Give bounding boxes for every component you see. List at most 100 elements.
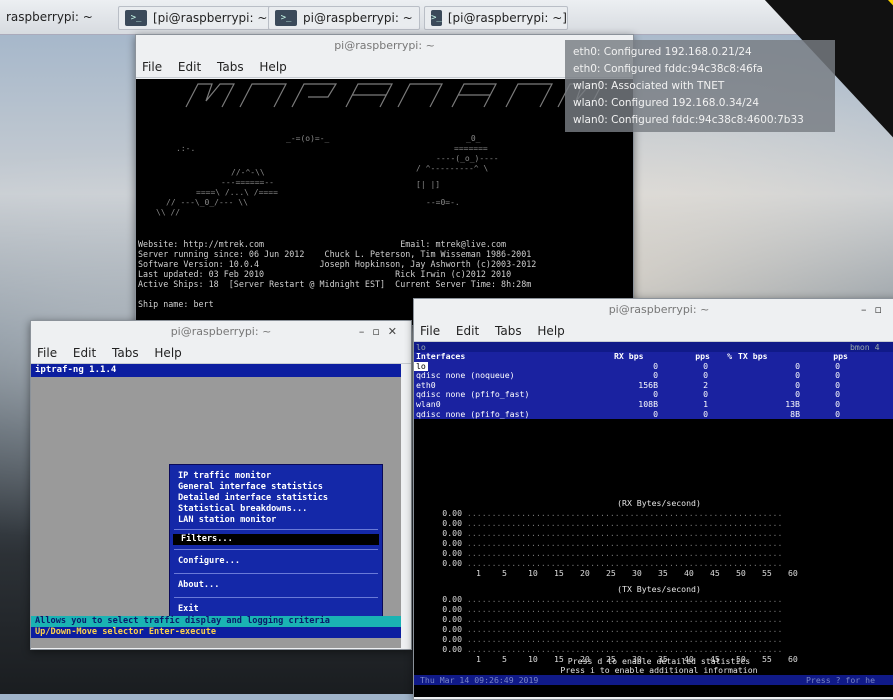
graph-row: ........................................… — [462, 614, 783, 624]
interface-cell: 0 — [703, 408, 708, 419]
x-axis-tick: 10 — [528, 568, 538, 578]
terminal-output[interactable]: _-=(o)=-_ .:-. _0_ ======= ----(_o_)----… — [136, 79, 633, 325]
menu-file[interactable]: File — [420, 324, 440, 338]
terminal-window-bmon[interactable]: pi@raspberrypi: ~ –▫ File Edit Tabs Help… — [413, 298, 893, 700]
graph-row: ........................................… — [462, 634, 783, 644]
x-axis-tick: 25 — [606, 568, 616, 578]
interface-cell: 0 — [703, 360, 708, 371]
taskbar-item-3[interactable]: >_ pi@raspberrypi: ~ — [268, 6, 420, 30]
x-axis-tick: 20 — [580, 568, 590, 578]
menu-separator — [174, 573, 378, 574]
terminal-window-mtrek[interactable]: pi@raspberrypi: ~ File Edit Tabs Help _-… — [135, 34, 634, 326]
interface-cell — [708, 371, 730, 381]
notification-line: eth0: Configured fddc:94c38c8:46fa — [573, 63, 763, 75]
interface-cell: 2 — [703, 379, 708, 390]
x-axis-tick: 55 — [762, 568, 772, 578]
menu-item-detailed-stats[interactable]: Detailed interface statistics — [170, 493, 382, 504]
interface-cell: 0 — [703, 370, 708, 381]
window-title-bar: pi@raspberrypi: ~ –▫✕ — [31, 321, 411, 343]
menu-tabs[interactable]: Tabs — [495, 324, 522, 338]
interfaces-table: Interfaces RX bps pps % TX bps pps lo 0 0 0… — [414, 351, 893, 420]
x-axis-tick: 40 — [684, 568, 694, 578]
menu-item-exit[interactable]: Exit — [170, 604, 382, 615]
taskbar-item-1[interactable]: raspberrypi: ~ — [0, 6, 99, 28]
x-axis-tick: 35 — [658, 568, 668, 578]
menu-tabs[interactable]: Tabs — [217, 60, 244, 74]
interface-cell: qdisc none (pfifo_fast) — [416, 389, 530, 400]
taskbar-item-label: pi@raspberrypi: ~ — [303, 11, 413, 25]
tx-graph: 0.00 ...................................… — [414, 594, 893, 664]
bmon-footer: Thu Mar 14 09:26:49 2019 Press ? for he — [414, 675, 893, 685]
menu-item-general-stats[interactable]: General interface statistics — [170, 482, 382, 493]
interface-cell: qdisc none (noqueue) — [416, 370, 515, 381]
interface-cell: 0 — [835, 408, 840, 419]
close-icon[interactable]: ✕ — [388, 325, 405, 338]
footer-help: Press ? for he — [806, 675, 876, 685]
y-axis-label: 0.00 — [442, 604, 462, 614]
y-axis-label: 0.00 — [442, 594, 462, 604]
interface-row[interactable]: qdisc none (pfifo_fast) 0 0 8B 0 — [414, 408, 893, 420]
menu-edit[interactable]: Edit — [73, 346, 96, 360]
menubar: File Edit Tabs Help — [414, 321, 893, 342]
notification-line: eth0: Configured 192.168.0.21/24 — [573, 46, 752, 58]
window-controls[interactable]: –▫ — [861, 299, 890, 321]
menu-item-ip-traffic[interactable]: IP traffic monitor — [170, 471, 382, 482]
interface-cell: 0 — [835, 360, 840, 371]
menu-tabs[interactable]: Tabs — [112, 346, 139, 360]
taskbar-item-label: [pi@raspberrypi: ~] — [447, 11, 567, 25]
window-controls[interactable]: –▫✕ — [359, 321, 405, 343]
footer-clock: Thu Mar 14 09:26:49 2019 — [420, 675, 539, 685]
mtrek-prompt: Ship name: bert — [138, 299, 214, 309]
menu-item-about[interactable]: About... — [170, 580, 382, 591]
interface-cell: 0 — [835, 379, 840, 390]
menu-item-lan-monitor[interactable]: LAN station monitor — [170, 515, 382, 526]
bmon-screen[interactable]: lo bmon 4 Interfaces RX bps pps % TX bps… — [414, 342, 893, 697]
interface-cell — [708, 381, 730, 391]
menu-help[interactable]: Help — [154, 346, 181, 360]
y-axis-label: 0.00 — [442, 644, 462, 654]
interface-cell: 108B — [638, 398, 658, 409]
svg-text:\\ //: \\ // — [156, 208, 180, 217]
graph-row: ........................................… — [462, 508, 783, 518]
menu-item-configure[interactable]: Configure... — [170, 556, 382, 567]
menu-separator — [174, 529, 378, 530]
svg-text://-^-\\: //-^-\\ — [231, 168, 265, 177]
y-axis-label: 0.00 — [442, 558, 462, 568]
window-title: pi@raspberrypi: ~ — [608, 303, 710, 316]
graph-row: ........................................… — [462, 538, 783, 548]
interface-cell: 0 — [653, 408, 658, 419]
svg-text:_0_: _0_ — [466, 134, 481, 143]
terminal-icon: >_ — [275, 10, 297, 26]
iptraf-screen[interactable]: iptraf-ng 1.1.4 IP traffic monitor Gener… — [31, 364, 401, 648]
menu-item-filters[interactable]: Filters... — [173, 534, 379, 545]
minimize-icon[interactable]: – — [861, 303, 875, 316]
window-title: pi@raspberrypi: ~ — [170, 325, 272, 338]
svg-text:// ---\_0_/--- \\: // ---\_0_/--- \\ — [166, 198, 248, 207]
menu-edit[interactable]: Edit — [178, 60, 201, 74]
svg-text:/ ^---------^ \: / ^---------^ \ — [416, 164, 488, 173]
menubar: File Edit Tabs Help — [136, 57, 633, 78]
interface-cell — [708, 410, 730, 420]
menu-edit[interactable]: Edit — [456, 324, 479, 338]
x-axis-tick: 50 — [736, 568, 746, 578]
status-line-2: Up/Down-Move selector Enter-execute — [31, 627, 401, 638]
menu-file[interactable]: File — [37, 346, 57, 360]
terminal-window-iptraf[interactable]: pi@raspberrypi: ~ –▫✕ File Edit Tabs Hel… — [30, 320, 412, 650]
y-axis-label: 0.00 — [442, 614, 462, 624]
taskbar-item-2[interactable]: >_ [pi@raspberrypi: ~] — [118, 6, 280, 30]
terminal-icon: >_ — [125, 10, 147, 26]
y-axis-label: 0.00 — [442, 508, 462, 518]
interface-cell: 0 — [703, 389, 708, 400]
maximize-icon[interactable]: ▫ — [875, 303, 890, 316]
minimize-icon[interactable]: – — [359, 325, 373, 338]
menu-help[interactable]: Help — [537, 324, 564, 338]
notification-line: wlan0: Configured fddc:94c38c8:4600:7b33 — [573, 114, 804, 126]
menu-file[interactable]: File — [142, 60, 162, 74]
menu-item-breakdowns[interactable]: Statistical breakdowns... — [170, 504, 382, 515]
graph-row: ........................................… — [462, 624, 783, 634]
taskbar-item-4[interactable]: >_ [pi@raspberrypi: ~] — [424, 6, 568, 30]
interface-cell: 8B — [790, 408, 800, 419]
maximize-icon[interactable]: ▫ — [372, 325, 387, 338]
svg-text:_-=(o)=-_: _-=(o)=-_ — [286, 134, 330, 143]
menu-help[interactable]: Help — [259, 60, 286, 74]
